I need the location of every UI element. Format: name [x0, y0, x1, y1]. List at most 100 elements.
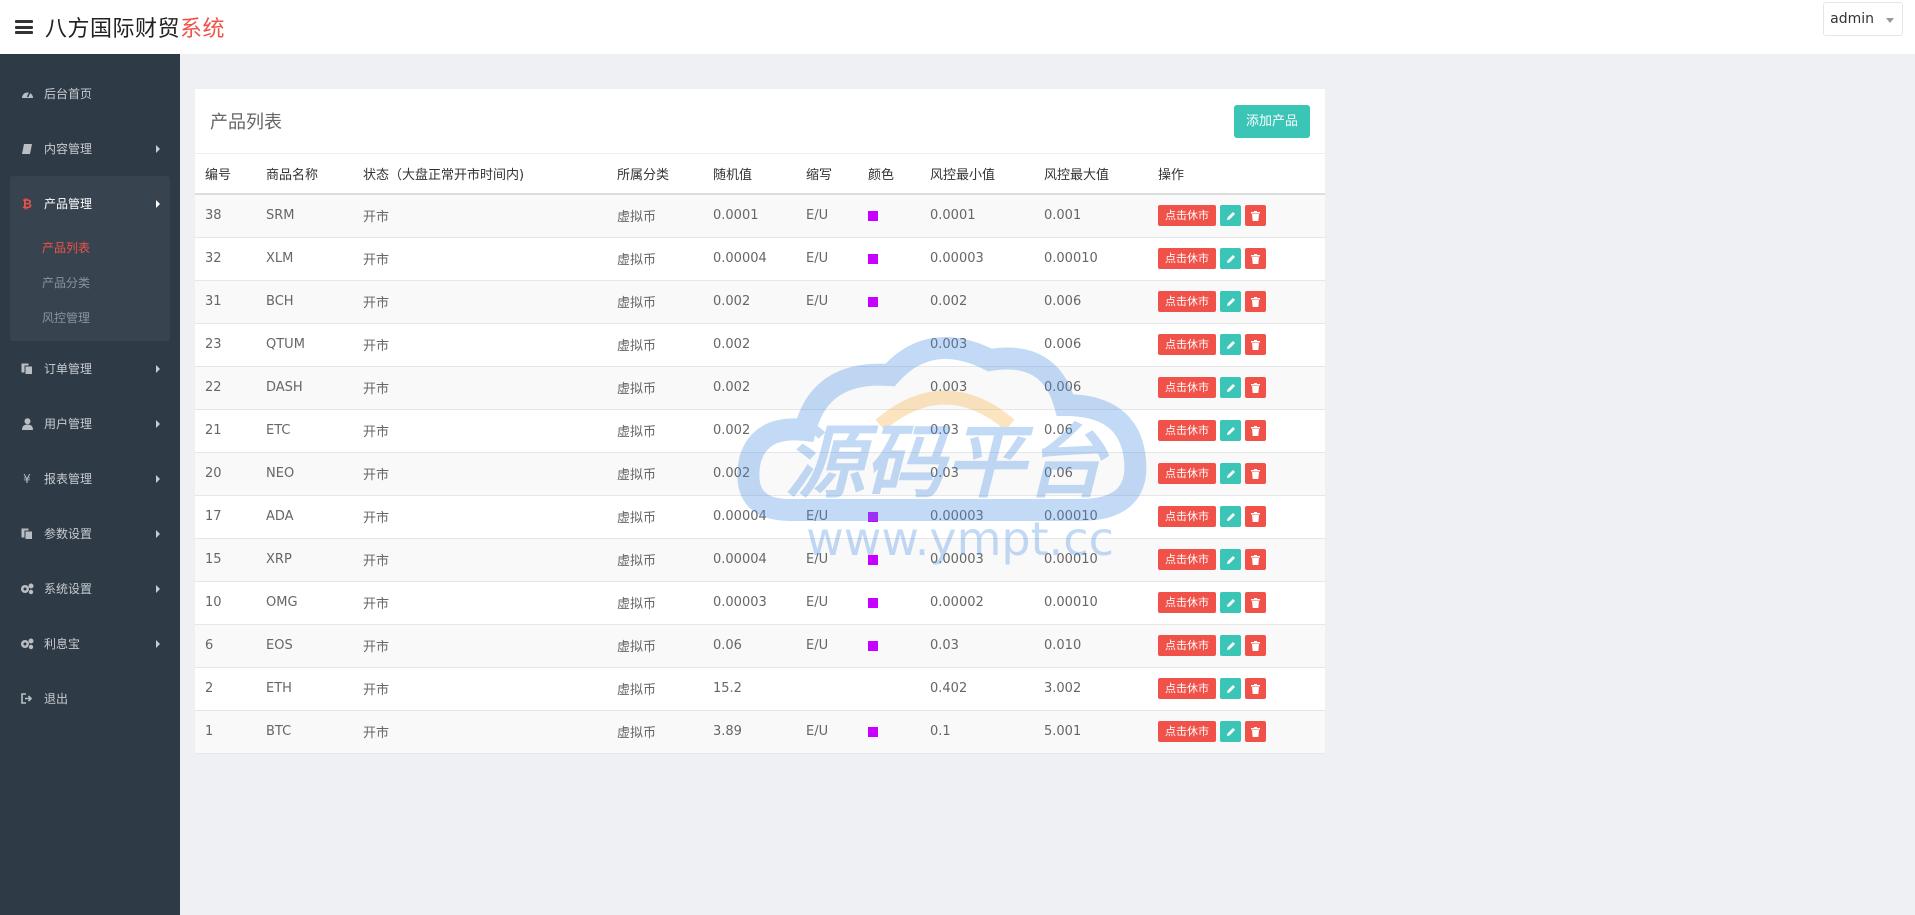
close-market-button[interactable]: 点击休市	[1158, 334, 1216, 355]
close-market-button[interactable]: 点击休市	[1158, 721, 1216, 742]
cell-abbr: E/U	[796, 280, 858, 324]
column-header: 风控最大值	[1034, 154, 1148, 195]
cell-max: 0.00010	[1034, 237, 1148, 281]
cell-abbr	[796, 366, 858, 410]
sidebar-subitem-product-category[interactable]: 产品分类	[10, 266, 170, 301]
cell-random: 0.002	[703, 366, 796, 410]
add-product-button[interactable]: 添加产品	[1233, 104, 1310, 138]
cell-category: 虚拟币	[607, 280, 703, 324]
trash-icon[interactable]	[1245, 248, 1266, 269]
sidebar-item-label: 参数设置	[44, 527, 93, 541]
cell-category: 虚拟币	[607, 237, 703, 281]
trash-icon[interactable]	[1245, 678, 1266, 699]
cell-id: 15	[195, 538, 256, 582]
cell-min: 0.03	[920, 452, 1034, 496]
sidebar-item-logout[interactable]: 退出	[0, 671, 180, 726]
trash-icon[interactable]	[1245, 420, 1266, 441]
cell-status: 开市	[353, 495, 607, 539]
close-market-button[interactable]: 点击休市	[1158, 420, 1216, 441]
close-market-button[interactable]: 点击休市	[1158, 549, 1216, 570]
edit-icon[interactable]	[1220, 592, 1241, 613]
close-market-button[interactable]: 点击休市	[1158, 291, 1216, 312]
app-title-accent: 系统	[180, 17, 226, 42]
close-market-button[interactable]: 点击休市	[1158, 463, 1216, 484]
cell-id: 20	[195, 452, 256, 496]
edit-icon[interactable]	[1220, 377, 1241, 398]
edit-icon[interactable]	[1220, 334, 1241, 355]
cell-actions: 点击休市	[1148, 538, 1325, 582]
cell-random: 0.06	[703, 624, 796, 668]
sidebar-item-reports[interactable]: ¥ 报表管理	[0, 451, 180, 506]
column-header: 操作	[1148, 154, 1325, 195]
sidebar-item-parameters[interactable]: 参数设置	[0, 506, 180, 561]
user-dropdown[interactable]: admin	[1823, 2, 1903, 36]
cell-actions: 点击休市	[1148, 237, 1325, 281]
sidebar-item-system-settings[interactable]: 系统设置	[0, 561, 180, 616]
sidebar-item-content[interactable]: 内容管理	[0, 121, 180, 176]
sidebar-subitem-risk-control[interactable]: 风控管理	[10, 301, 170, 341]
cell-actions: 点击休市	[1148, 624, 1325, 668]
edit-icon[interactable]	[1220, 506, 1241, 527]
edit-icon[interactable]	[1220, 205, 1241, 227]
cell-actions: 点击休市	[1148, 194, 1325, 238]
cell-id: 17	[195, 495, 256, 539]
table-row: 20 NEO 开市 虚拟币 0.002 0.03 0.06 点击休市	[195, 452, 1325, 496]
sidebar-subitem-product-list[interactable]: 产品列表	[10, 231, 170, 266]
cell-id: 6	[195, 624, 256, 668]
edit-icon[interactable]	[1220, 248, 1241, 269]
trash-icon[interactable]	[1245, 635, 1266, 656]
edit-icon[interactable]	[1220, 678, 1241, 699]
trash-icon[interactable]	[1245, 549, 1266, 570]
cell-name: ETH	[256, 667, 353, 711]
table-row: 6 EOS 开市 虚拟币 0.06 E/U 0.03 0.010 点击休市	[195, 624, 1325, 668]
cell-abbr: E/U	[796, 710, 858, 754]
cell-random: 0.00004	[703, 495, 796, 539]
edit-icon[interactable]	[1220, 291, 1241, 312]
edit-icon[interactable]	[1220, 420, 1241, 441]
close-market-button[interactable]: 点击休市	[1158, 248, 1216, 269]
sidebar-item-orders[interactable]: 订单管理	[0, 341, 180, 396]
cell-color	[858, 624, 920, 668]
close-market-button[interactable]: 点击休市	[1158, 678, 1216, 699]
close-market-button[interactable]: 点击休市	[1158, 205, 1216, 227]
trash-icon[interactable]	[1245, 721, 1266, 742]
trash-icon[interactable]	[1245, 334, 1266, 355]
close-market-button[interactable]: 点击休市	[1158, 592, 1216, 613]
trash-icon[interactable]	[1245, 291, 1266, 312]
sidebar-item-dashboard[interactable]: 后台首页	[0, 66, 180, 121]
chevron-right-icon	[156, 420, 160, 428]
trash-icon[interactable]	[1245, 592, 1266, 613]
cell-name: NEO	[256, 452, 353, 496]
cell-name: OMG	[256, 581, 353, 625]
edit-icon[interactable]	[1220, 721, 1241, 742]
cell-name: DASH	[256, 366, 353, 410]
cell-actions: 点击休市	[1148, 710, 1325, 754]
trash-icon[interactable]	[1245, 205, 1266, 227]
edit-icon[interactable]	[1220, 463, 1241, 484]
sidebar-item-users[interactable]: 用户管理	[0, 396, 180, 451]
cell-id: 10	[195, 581, 256, 625]
page-title: 产品列表	[210, 112, 282, 133]
close-market-button[interactable]: 点击休市	[1158, 635, 1216, 656]
trash-icon[interactable]	[1245, 506, 1266, 527]
table-row: 2 ETH 开市 虚拟币 15.2 0.402 3.002 点击休市	[195, 667, 1325, 711]
trash-icon[interactable]	[1245, 377, 1266, 398]
cell-category: 虚拟币	[607, 710, 703, 754]
cell-min: 0.00003	[920, 538, 1034, 582]
cell-min: 0.03	[920, 624, 1034, 668]
sidebar-item-interest[interactable]: 利息宝	[0, 616, 180, 671]
cell-status: 开市	[353, 452, 607, 496]
cell-random: 0.00004	[703, 538, 796, 582]
close-market-button[interactable]: 点击休市	[1158, 506, 1216, 527]
menu-toggle-icon[interactable]	[15, 20, 33, 34]
cell-min: 0.002	[920, 280, 1034, 324]
edit-icon[interactable]	[1220, 549, 1241, 570]
sidebar-item-products[interactable]: ₿ 产品管理	[10, 176, 170, 231]
dashboard-icon	[20, 87, 34, 101]
chevron-right-icon	[156, 145, 160, 153]
app-title-main: 八方国际财贸	[45, 17, 181, 42]
edit-icon[interactable]	[1220, 635, 1241, 656]
trash-icon[interactable]	[1245, 463, 1266, 484]
cell-min: 0.03	[920, 409, 1034, 453]
close-market-button[interactable]: 点击休市	[1158, 377, 1216, 398]
